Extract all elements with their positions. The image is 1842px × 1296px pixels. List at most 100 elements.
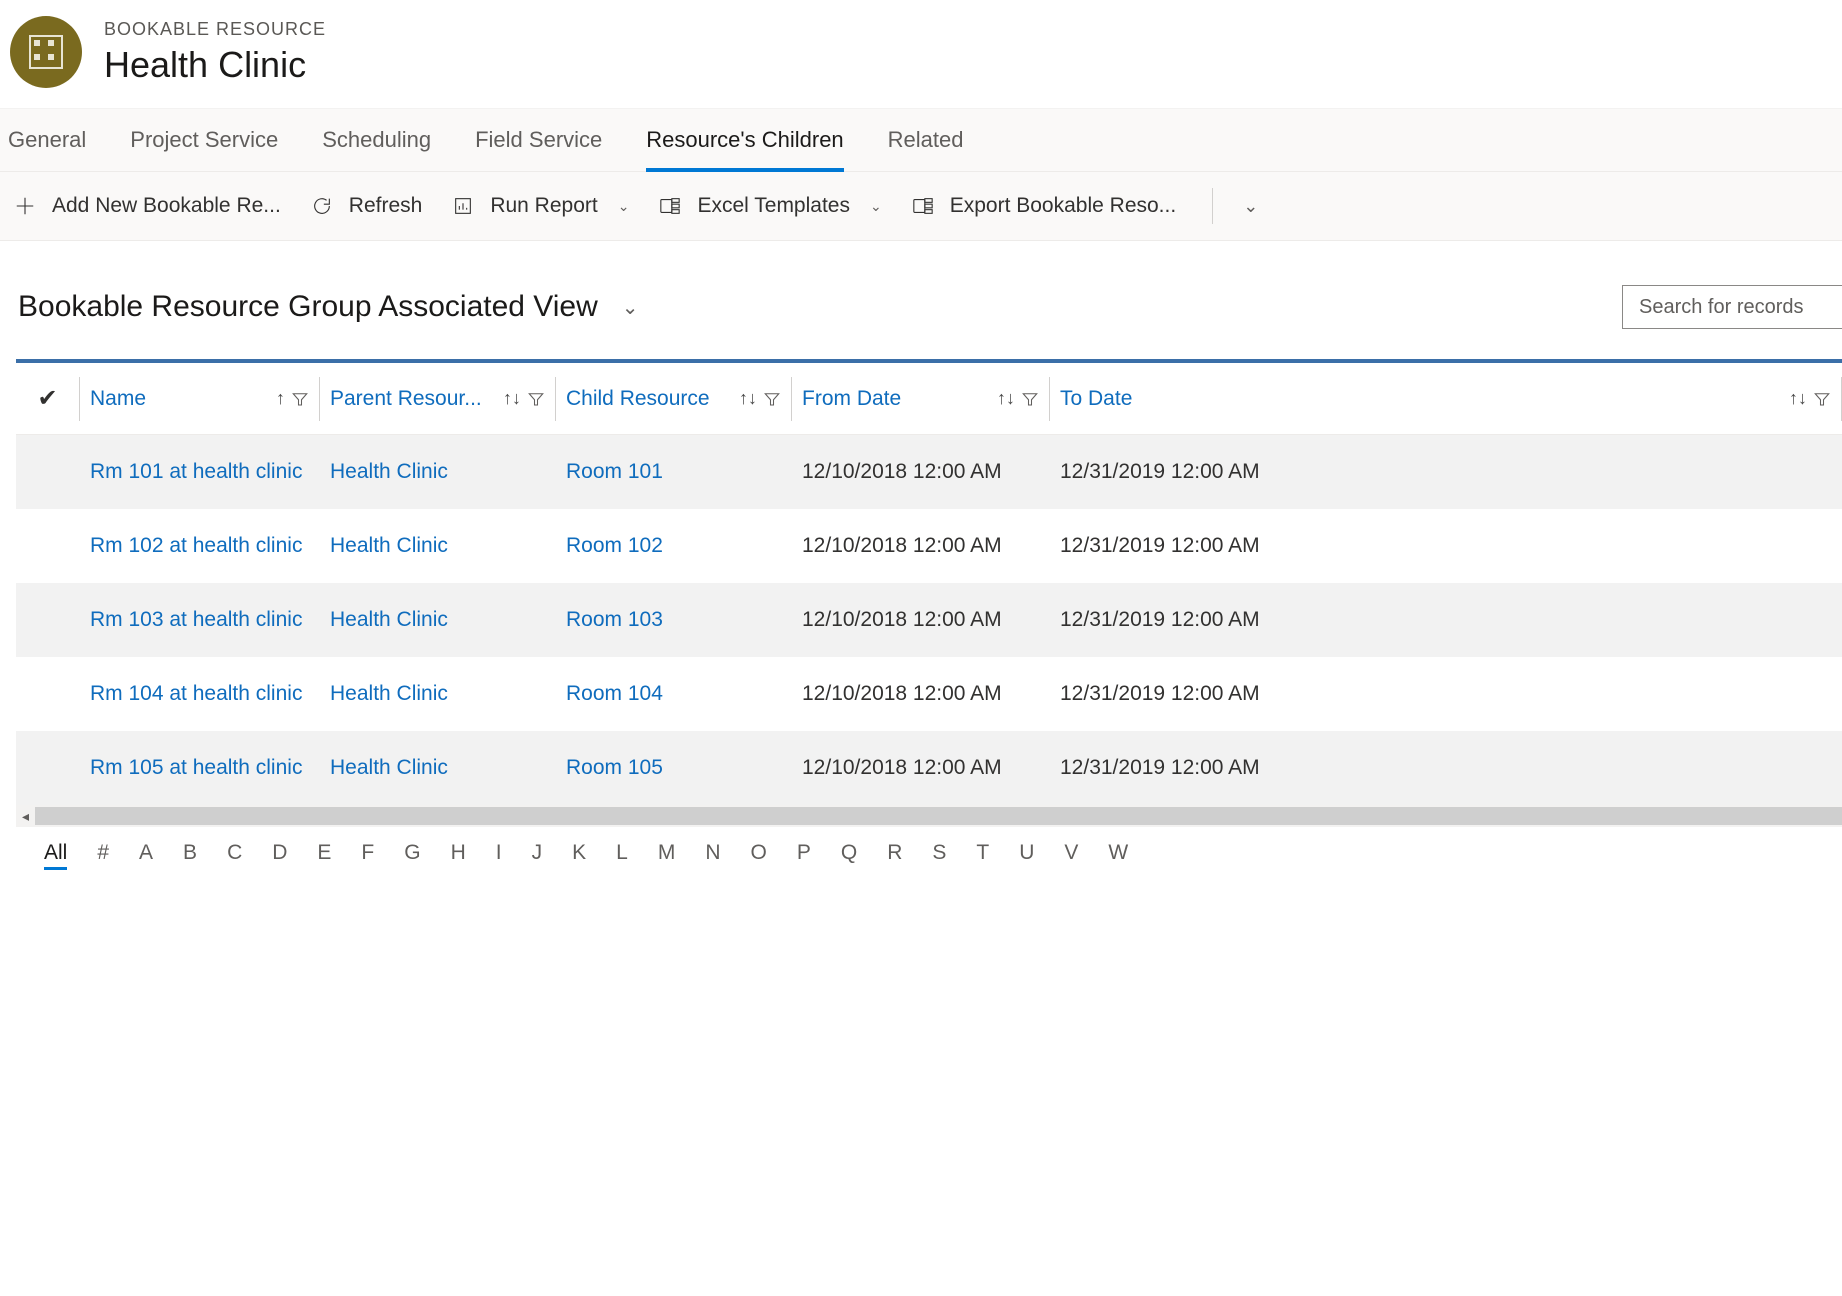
- parent-link[interactable]: Health Clinic: [330, 608, 448, 631]
- tab-field-service[interactable]: Field Service: [475, 109, 602, 171]
- alpha-letter-c[interactable]: C: [227, 841, 242, 870]
- parent-link[interactable]: Health Clinic: [330, 460, 448, 483]
- alpha-letter-t[interactable]: T: [976, 841, 989, 870]
- table-row[interactable]: Rm 105 at health clinic Health Clinic Room…: [16, 731, 1842, 805]
- alpha-letter-b[interactable]: B: [183, 841, 197, 870]
- filter-icon[interactable]: [763, 390, 781, 408]
- tab-project-service[interactable]: Project Service: [130, 109, 278, 171]
- alpha-letter-n[interactable]: N: [705, 841, 720, 870]
- sort-icon[interactable]: ↑↓: [739, 388, 757, 409]
- sort-icon[interactable]: ↑↓: [1789, 388, 1807, 409]
- overflow-button[interactable]: ⌄: [1239, 196, 1258, 217]
- alpha-letter-h[interactable]: H: [451, 841, 466, 870]
- tab-scheduling[interactable]: Scheduling: [322, 109, 431, 171]
- table-row[interactable]: Rm 102 at health clinic Health Clinic Room…: [16, 509, 1842, 583]
- column-header-parent[interactable]: Parent Resour... ↑↓: [320, 377, 556, 421]
- excel-icon: [912, 195, 934, 217]
- filter-icon[interactable]: [291, 390, 309, 408]
- filter-icon[interactable]: [527, 390, 545, 408]
- tab-general[interactable]: General: [8, 109, 86, 171]
- alpha-letter-k[interactable]: K: [572, 841, 586, 870]
- alpha-letter-j[interactable]: J: [532, 841, 543, 870]
- cell-child: Room 105: [556, 756, 792, 780]
- cell-child: Room 101: [556, 460, 792, 484]
- alpha-letter-e[interactable]: E: [317, 841, 331, 870]
- alpha-letter-o[interactable]: O: [750, 841, 766, 870]
- column-label: To Date: [1060, 387, 1783, 411]
- child-link[interactable]: Room 102: [566, 534, 663, 557]
- alpha-letter-s[interactable]: S: [932, 841, 946, 870]
- record-title: Health Clinic: [104, 44, 326, 86]
- sort-icon[interactable]: ↑↓: [503, 388, 521, 409]
- chevron-down-icon: ⌄: [870, 198, 882, 215]
- alpha-letter-#[interactable]: #: [97, 841, 109, 870]
- tab-related[interactable]: Related: [888, 109, 964, 171]
- alpha-letter-v[interactable]: V: [1064, 841, 1078, 870]
- name-link[interactable]: Rm 102 at health clinic: [90, 534, 302, 557]
- parent-link[interactable]: Health Clinic: [330, 682, 448, 705]
- alpha-letter-m[interactable]: M: [658, 841, 676, 870]
- name-link[interactable]: Rm 103 at health clinic: [90, 608, 302, 631]
- export-button[interactable]: Export Bookable Reso...: [912, 194, 1176, 218]
- toolbar-separator: [1212, 188, 1213, 224]
- parent-link[interactable]: Health Clinic: [330, 756, 448, 779]
- report-icon: [452, 195, 474, 217]
- horizontal-scrollbar[interactable]: ◂: [16, 805, 1842, 827]
- table-row[interactable]: Rm 104 at health clinic Health Clinic Room…: [16, 657, 1842, 731]
- run-report-button[interactable]: Run Report ⌄: [452, 194, 629, 218]
- alpha-letter-a[interactable]: A: [139, 841, 153, 870]
- column-header-from[interactable]: From Date ↑↓: [792, 377, 1050, 421]
- child-link[interactable]: Room 104: [566, 682, 663, 705]
- view-selector[interactable]: Bookable Resource Group Associated View …: [18, 290, 639, 324]
- alpha-letter-p[interactable]: P: [797, 841, 811, 870]
- column-header-to[interactable]: To Date ↑↓: [1050, 377, 1842, 421]
- cell-to: 12/31/2019 12:00 AM: [1050, 756, 1842, 780]
- form-tabs: General Project Service Scheduling Field Se…: [0, 108, 1842, 172]
- alpha-letter-g[interactable]: G: [404, 841, 420, 870]
- scrollbar-track[interactable]: [35, 807, 1842, 825]
- scroll-left-icon[interactable]: ◂: [16, 808, 35, 825]
- alpha-letter-u[interactable]: U: [1019, 841, 1034, 870]
- alpha-letter-f[interactable]: F: [361, 841, 374, 870]
- name-link[interactable]: Rm 104 at health clinic: [90, 682, 302, 705]
- table-row[interactable]: Rm 101 at health clinic Health Clinic Room…: [16, 435, 1842, 509]
- parent-link[interactable]: Health Clinic: [330, 534, 448, 557]
- alpha-letter-d[interactable]: D: [272, 841, 287, 870]
- chevron-down-icon: ⌄: [622, 295, 639, 320]
- column-header-name[interactable]: Name ↑: [80, 377, 320, 421]
- alpha-letter-all[interactable]: All: [44, 841, 67, 870]
- excel-templates-button[interactable]: Excel Templates ⌄: [659, 194, 881, 218]
- cell-name: Rm 102 at health clinic: [80, 534, 320, 558]
- add-new-button[interactable]: Add New Bookable Re...: [14, 194, 281, 218]
- refresh-button[interactable]: Refresh: [311, 194, 423, 218]
- entity-type-label: BOOKABLE RESOURCE: [104, 19, 326, 40]
- select-all-cell[interactable]: ✔: [16, 377, 80, 421]
- cell-to: 12/31/2019 12:00 AM: [1050, 460, 1842, 484]
- sort-asc-icon[interactable]: ↑: [276, 388, 285, 409]
- alpha-letter-q[interactable]: Q: [841, 841, 857, 870]
- alpha-letter-i[interactable]: I: [496, 841, 502, 870]
- sort-icon[interactable]: ↑↓: [997, 388, 1015, 409]
- child-link[interactable]: Room 101: [566, 460, 663, 483]
- cell-parent: Health Clinic: [320, 534, 556, 558]
- filter-icon[interactable]: [1021, 390, 1039, 408]
- alpha-letter-r[interactable]: R: [887, 841, 902, 870]
- alpha-filter-bar: All # A B C D E F G H I JK L MN O P Q R S T U V W: [16, 827, 1842, 870]
- cell-child: Room 104: [556, 682, 792, 706]
- column-header-child[interactable]: Child Resource ↑↓: [556, 377, 792, 421]
- tab-resource-s-children[interactable]: Resource's Children: [646, 109, 843, 171]
- table-row[interactable]: Rm 103 at health clinic Health Clinic Room…: [16, 583, 1842, 657]
- cell-name: Rm 101 at health clinic: [80, 460, 320, 484]
- refresh-icon: [311, 195, 333, 217]
- filter-icon[interactable]: [1813, 390, 1831, 408]
- alpha-letter-l[interactable]: L: [616, 841, 628, 870]
- child-link[interactable]: Room 103: [566, 608, 663, 631]
- child-link[interactable]: Room 105: [566, 756, 663, 779]
- search-input[interactable]: [1622, 285, 1842, 329]
- name-link[interactable]: Rm 101 at health clinic: [90, 460, 302, 483]
- add-new-label: Add New Bookable Re...: [52, 194, 281, 218]
- record-header: BOOKABLE RESOURCE Health Clinic: [0, 0, 1842, 108]
- name-link[interactable]: Rm 105 at health clinic: [90, 756, 302, 779]
- cell-from: 12/10/2018 12:00 AM: [792, 608, 1050, 632]
- alpha-letter-w[interactable]: W: [1108, 841, 1128, 870]
